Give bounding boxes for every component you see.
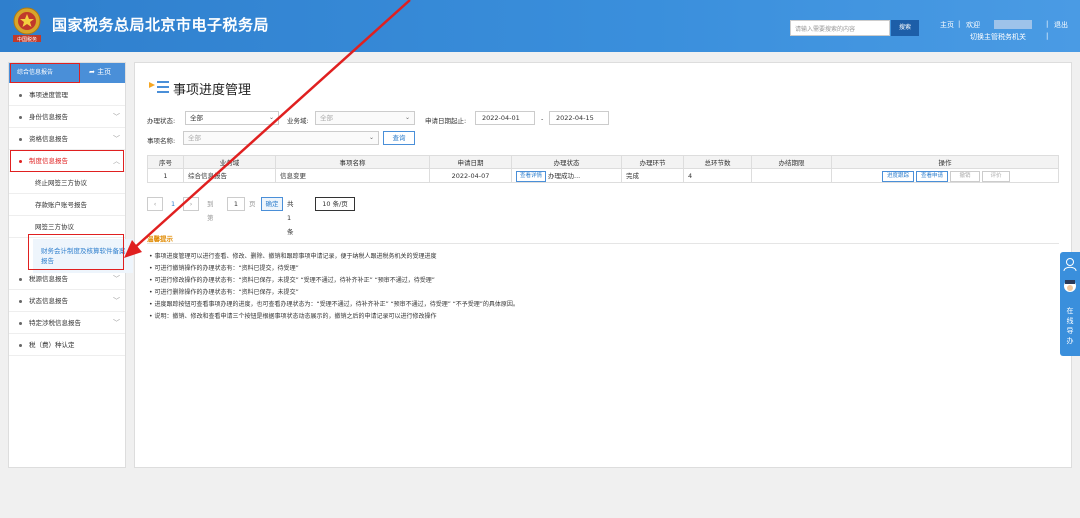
online-guide-tab[interactable]: 在线导办 <box>1060 252 1080 356</box>
chevron-down-icon: ﹀ <box>113 135 120 143</box>
chevron-down-icon: ﹀ <box>113 297 120 305</box>
total-count: 共 1 条 <box>287 200 294 236</box>
goto-page-input[interactable]: 1 <box>227 197 245 211</box>
bullet-icon <box>19 322 22 325</box>
bullet-icon <box>19 138 22 141</box>
list-menu-icon <box>149 81 169 93</box>
main-panel: 事项进度管理 办理状态: 全部 ⌄ 业务域: 全部 ⌄ 申请日期起止: 2022-0… <box>134 62 1072 468</box>
tips-title: 温馨提示 <box>147 235 173 243</box>
tip-line: • 可进行修改操作的办理状态有：“资料已保存，未提交” “受理不通过，待补齐补正… <box>149 277 435 284</box>
chevron-down-icon: ⌄ <box>404 114 410 121</box>
sidebar-item-qualification[interactable]: 资格信息报告 ﹀ <box>9 129 125 150</box>
home-arrow-icon: ➦ <box>89 68 95 76</box>
chevron-down-icon: ﹀ <box>113 319 120 327</box>
avatar-icon <box>1064 280 1076 292</box>
sidebar-subitem-terminate-agreement[interactable]: 终止网签三方协议 <box>9 173 125 194</box>
user-icon <box>1063 258 1077 272</box>
view-application-button[interactable]: 查看申请 <box>916 171 948 182</box>
bullet-icon <box>19 344 22 347</box>
sidebar-item-progress[interactable]: 事项进度管理 <box>9 85 125 106</box>
view-detail-button[interactable]: 查看详情 <box>516 171 546 182</box>
current-page[interactable]: 1 <box>171 197 175 211</box>
site-title: 国家税务总局北京市电子税务局 <box>52 16 270 34</box>
bullet-icon <box>19 278 22 281</box>
prev-page-button[interactable]: ‹ <box>147 197 163 211</box>
status-select[interactable]: 全部 ⌄ <box>185 111 279 125</box>
chevron-down-icon: ﹀ <box>113 275 120 283</box>
name-filter-label: 事项名称: <box>147 137 176 145</box>
tip-line: • 可进行删除操作的办理状态有：“资料已保存，未提交” <box>149 289 299 296</box>
chevron-right-icon: › <box>189 200 193 208</box>
query-button[interactable]: 查询 <box>383 131 415 145</box>
tip-line: • 进度跟踪按钮可查看事项办理的进度，也可查看办理状态为：“受理不通过，待补齐补… <box>149 301 519 308</box>
home-link[interactable]: 主页 <box>940 20 954 30</box>
status-text: 办理成功... <box>548 172 581 180</box>
tips-divider <box>147 243 1059 244</box>
sidebar-item-status[interactable]: 状态信息报告 ﹀ <box>9 291 125 312</box>
tip-line: • 可进行撤销操作的办理状态有：“资料已提交，待受理” <box>149 265 299 272</box>
tip-line: • 事项进度管理可以进行查看、修改、删除、撤销和跟踪事项申请记录，便于纳税人跟进… <box>149 253 437 260</box>
chevron-down-icon: ﹀ <box>113 113 120 121</box>
sidebar-subitem-deposit-account[interactable]: 存款账户账号报告 <box>9 195 125 216</box>
highlight-box-category <box>10 63 80 83</box>
revoke-button[interactable]: 撤销 <box>950 171 980 182</box>
footer-area <box>0 486 1080 518</box>
online-guide-label: 在线导办 <box>1066 307 1074 345</box>
status-filter-label: 办理状态: <box>147 117 176 125</box>
switch-org-link[interactable]: 切换主管税务机关 <box>970 32 1026 42</box>
tax-emblem-icon: 中国税务 <box>13 7 41 43</box>
sidebar-item-identity[interactable]: 身份信息报告 ﹀ <box>9 107 125 128</box>
page-unit: 页 <box>249 200 256 208</box>
search-input[interactable]: 请输入需要搜索的内容 <box>790 20 890 36</box>
top-header: 中国税务 国家税务总局北京市电子税务局 请输入需要搜索的内容 搜索 主页 | 欢… <box>0 0 1080 52</box>
per-page-select[interactable]: 10 条/页 <box>315 197 355 211</box>
highlight-box-system <box>10 150 124 172</box>
sidebar-item-tax-source[interactable]: 税源信息报告 ﹀ <box>9 269 125 290</box>
bullet-icon <box>19 116 22 119</box>
domain-select[interactable]: 全部 ⌄ <box>315 111 415 125</box>
domain-filter-label: 业务域: <box>287 117 309 125</box>
bullet-icon <box>19 300 22 303</box>
sidebar-home-link[interactable]: ➦ 主页 <box>89 67 111 77</box>
highlight-box-filing <box>28 234 124 270</box>
bullet-icon <box>19 94 22 97</box>
search-button[interactable]: 搜索 <box>891 20 919 36</box>
date-to-input[interactable]: 2022-04-15 <box>549 111 609 125</box>
table-header: 序号 业务域 事项名称 申请日期 办理状态 办理环节 总环节数 办结期限 操作 <box>147 155 1059 170</box>
sidebar-item-specific[interactable]: 特定涉税信息报告 ﹀ <box>9 313 125 334</box>
svg-text:中国税务: 中国税务 <box>17 36 37 43</box>
page-title: 事项进度管理 <box>173 83 252 98</box>
logout-link[interactable]: 退出 <box>1054 20 1068 30</box>
table-row: 1 综合信息报告 信息变更 2022-04-07 查看详情 办理成功... 完成… <box>147 169 1059 183</box>
welcome-text: 欢迎 <box>966 21 980 29</box>
next-page-button[interactable]: › <box>183 197 199 211</box>
sidebar-item-tax-type[interactable]: 税（费）种认定 <box>9 335 125 356</box>
goto-confirm-button[interactable]: 确定 <box>261 197 283 211</box>
chevron-down-icon: ⌄ <box>268 114 274 121</box>
chevron-left-icon: ‹ <box>153 200 157 208</box>
goto-label: 到第 <box>207 200 214 222</box>
date-from-input[interactable]: 2022-04-01 <box>475 111 535 125</box>
chevron-down-icon: ⌄ <box>368 134 374 141</box>
date-range-label: 申请日期起止: <box>425 117 467 125</box>
evaluate-button[interactable]: 评价 <box>982 171 1010 182</box>
tip-line: • 说明：撤销、修改和查看申请三个按钮是根据事项状态动态展示的，撤销之后的申请记… <box>149 313 437 320</box>
username-masked <box>994 20 1032 29</box>
track-progress-button[interactable]: 进度跟踪 <box>882 171 914 182</box>
date-separator: - <box>541 115 544 123</box>
name-select[interactable]: 全部 ⌄ <box>183 131 379 145</box>
